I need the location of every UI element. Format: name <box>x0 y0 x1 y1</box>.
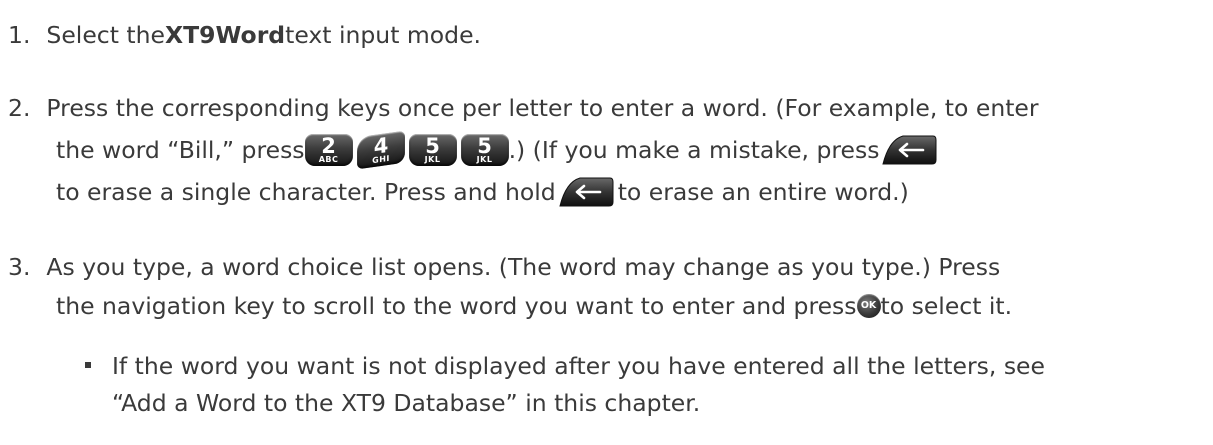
step-text: the navigation key to scroll to the word… <box>56 292 857 320</box>
step-text: to erase a single character. Press and h… <box>56 178 556 206</box>
step-text: text input mode. <box>285 21 481 49</box>
step-2-line-2: the word “Bill,” press 2 ABC 4 GHI 5 JKL… <box>56 130 941 170</box>
sub-bullet-line-1: If the word you want is not displayed af… <box>112 351 1045 381</box>
step-number: 1. <box>8 21 31 49</box>
step-text: the word “Bill,” press <box>56 136 305 164</box>
backspace-key-icon <box>556 176 614 208</box>
step-text: to erase an entire word.) <box>617 178 909 206</box>
key-5-icon: 5 JKL <box>408 134 457 166</box>
ok-key-icon: OK <box>856 294 881 318</box>
step-2-line-3: to erase a single character. Press and h… <box>56 177 909 207</box>
step-3-line-1: 3. As you type, a word choice list opens… <box>8 252 1000 282</box>
step-1: 1. Select the XT9Word text input mode. <box>8 20 481 50</box>
bullet-text: If the word you want is not displayed af… <box>112 352 1045 380</box>
step-text: .) (If you make a mistake, press <box>508 136 880 164</box>
step-2-line-1: 2. Press the corresponding keys once per… <box>8 93 1039 123</box>
mode-name: XT9Word <box>164 21 286 49</box>
bullet-icon <box>85 362 91 368</box>
step-3-line-2: the navigation key to scroll to the word… <box>56 291 1012 321</box>
backspace-key-icon <box>879 134 937 166</box>
step-text: to select it. <box>880 292 1013 320</box>
step-number: 3. <box>8 253 31 281</box>
key-5-icon: 5 JKL <box>460 134 509 166</box>
step-number: 2. <box>8 94 31 122</box>
step-text: Press the corresponding keys once per le… <box>46 94 1039 122</box>
bullet-text: “Add a Word to the XT9 Database” in this… <box>112 389 701 417</box>
sub-bullet-line-2: “Add a Word to the XT9 Database” in this… <box>112 388 700 418</box>
step-text: As you type, a word choice list opens. (… <box>46 253 1001 281</box>
step-text: Select the <box>46 21 165 49</box>
key-2-icon: 2 ABC <box>304 134 353 166</box>
key-4-icon: 4 GHI <box>356 130 405 170</box>
